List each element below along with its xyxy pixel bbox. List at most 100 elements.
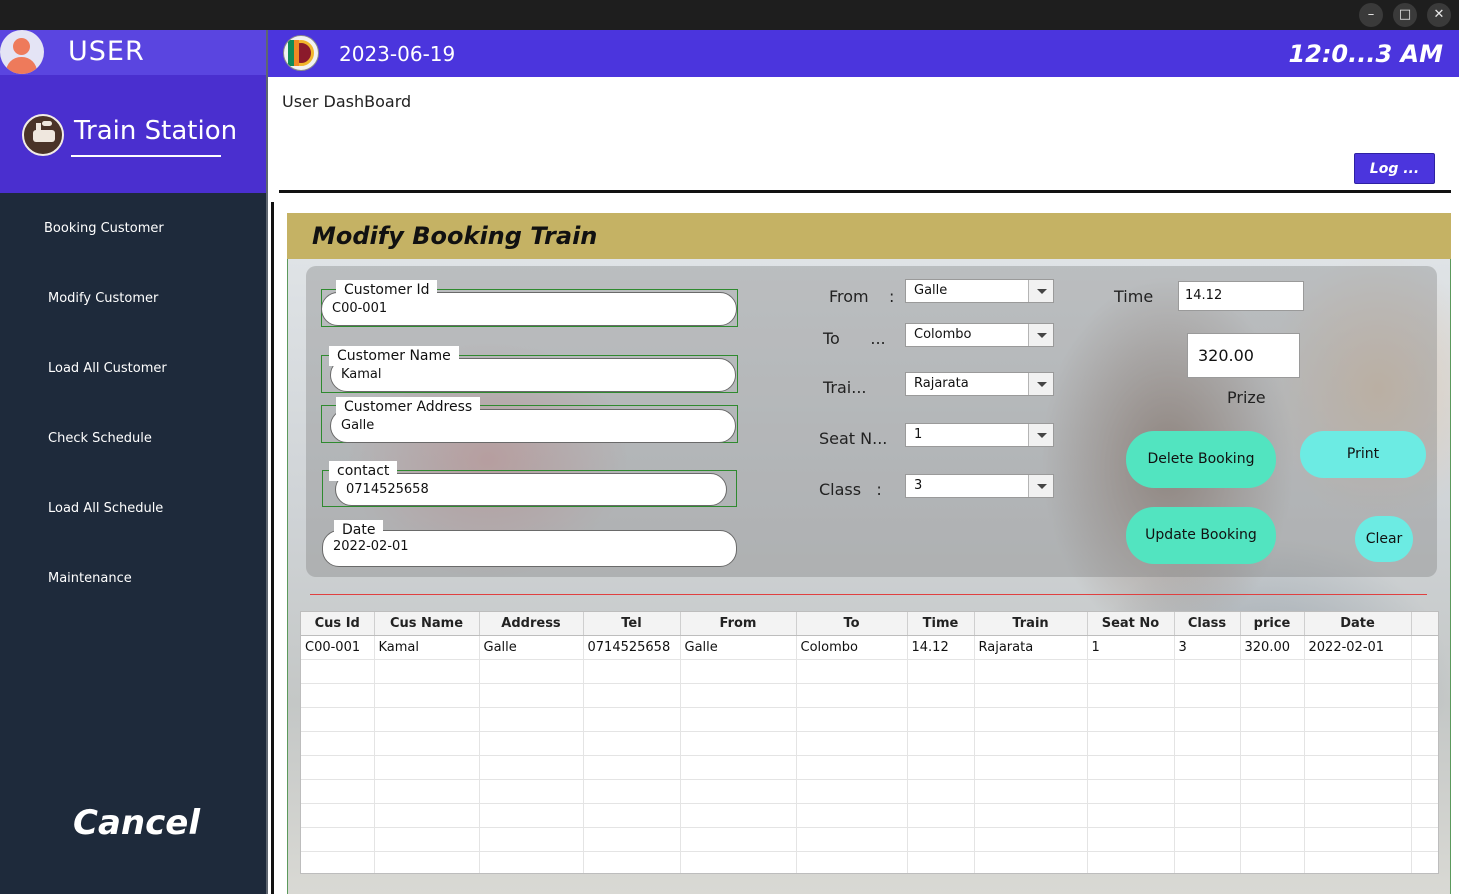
table-cell[interactable]	[974, 683, 1088, 708]
table-cell[interactable]	[1240, 827, 1305, 852]
table-cell[interactable]	[796, 731, 908, 756]
column-header[interactable]: Seat No	[1087, 612, 1175, 636]
table-cell[interactable]: Galle	[479, 635, 584, 660]
table-cell[interactable]: 14.12	[907, 635, 975, 660]
table-cell[interactable]	[1087, 827, 1175, 852]
table-cell[interactable]	[1411, 683, 1438, 708]
cancel-button[interactable]: Cancel	[73, 803, 200, 843]
column-header[interactable]: Address	[479, 612, 584, 636]
table-cell[interactable]	[796, 803, 908, 828]
table-cell[interactable]	[1304, 731, 1412, 756]
close-icon[interactable]: ✕	[1427, 3, 1451, 27]
column-header[interactable]: From	[680, 612, 797, 636]
column-header[interactable]: Cus Id	[301, 612, 375, 636]
table-cell[interactable]	[583, 683, 681, 708]
column-header[interactable]: To	[796, 612, 908, 636]
table-cell[interactable]	[1174, 731, 1241, 756]
table-cell[interactable]	[479, 707, 584, 732]
date-input[interactable]: 2022-02-01	[322, 530, 737, 567]
table-cell[interactable]	[479, 827, 584, 852]
table-cell[interactable]	[583, 707, 681, 732]
table-cell[interactable]	[907, 755, 975, 780]
table-cell[interactable]	[1240, 731, 1305, 756]
table-cell[interactable]	[479, 851, 584, 873]
table-cell[interactable]	[1087, 659, 1175, 684]
delete-booking-button[interactable]: Delete Booking	[1126, 431, 1276, 488]
sidebar-item-modify-customer[interactable]: Modify Customer	[48, 291, 158, 306]
table-row-empty[interactable]	[301, 827, 1438, 852]
update-booking-button[interactable]: Update Booking	[1126, 507, 1276, 564]
table-cell[interactable]	[1174, 659, 1241, 684]
table-row-empty[interactable]	[301, 803, 1438, 828]
table-cell[interactable]	[680, 707, 797, 732]
chevron-down-icon[interactable]	[1028, 324, 1053, 346]
table-cell[interactable]	[1174, 851, 1241, 873]
table-cell[interactable]	[301, 755, 375, 780]
table-cell[interactable]: 2022-02-01	[1304, 635, 1412, 660]
table-cell[interactable]	[479, 659, 584, 684]
table-cell[interactable]	[680, 659, 797, 684]
table-cell[interactable]	[301, 779, 375, 804]
table-cell[interactable]	[974, 803, 1088, 828]
table-cell[interactable]	[479, 683, 584, 708]
table-cell[interactable]	[1411, 755, 1438, 780]
table-cell[interactable]	[1411, 731, 1438, 756]
table-row[interactable]: C00-001 Kamal Galle 0714525658 Galle Colombo 1…	[301, 635, 1438, 660]
table-cell[interactable]	[680, 731, 797, 756]
chevron-down-icon[interactable]	[1028, 373, 1053, 395]
table-cell[interactable]	[1240, 803, 1305, 828]
column-header[interactable]: Tel	[583, 612, 681, 636]
table-cell[interactable]	[301, 827, 375, 852]
table-cell[interactable]	[1240, 683, 1305, 708]
table-cell[interactable]	[1087, 731, 1175, 756]
maximize-icon[interactable]: □	[1393, 3, 1417, 27]
table-row-empty[interactable]	[301, 707, 1438, 732]
table-row-empty[interactable]	[301, 659, 1438, 684]
class-select[interactable]: 3	[905, 474, 1054, 498]
table-cell[interactable]	[974, 779, 1088, 804]
seat-no-select[interactable]: 1	[905, 423, 1054, 447]
table-cell[interactable]	[796, 683, 908, 708]
table-row-empty[interactable]	[301, 731, 1438, 756]
table-cell[interactable]	[796, 779, 908, 804]
table-cell[interactable]	[1304, 659, 1412, 684]
table-row-empty[interactable]	[301, 851, 1438, 873]
table-cell[interactable]	[907, 731, 975, 756]
table-cell[interactable]: Colombo	[796, 635, 908, 660]
column-header[interactable]: Time	[907, 612, 975, 636]
table-cell[interactable]	[479, 779, 584, 804]
table-cell[interactable]	[974, 731, 1088, 756]
table-cell[interactable]: Rajarata	[974, 635, 1088, 660]
table-cell[interactable]	[374, 851, 480, 873]
table-cell[interactable]	[374, 779, 480, 804]
table-cell[interactable]	[974, 827, 1088, 852]
column-header[interactable]: price	[1240, 612, 1305, 636]
table-cell[interactable]	[583, 827, 681, 852]
table-cell[interactable]	[479, 731, 584, 756]
table-cell[interactable]	[301, 707, 375, 732]
clear-button[interactable]: Clear	[1355, 516, 1413, 562]
table-cell[interactable]	[796, 851, 908, 873]
table-cell[interactable]	[680, 755, 797, 780]
table-cell[interactable]	[1174, 707, 1241, 732]
table-cell[interactable]	[680, 683, 797, 708]
table-cell[interactable]	[583, 779, 681, 804]
table-cell[interactable]	[1240, 851, 1305, 873]
table-cell[interactable]	[1087, 779, 1175, 804]
minimize-icon[interactable]: –	[1359, 3, 1383, 27]
table-cell[interactable]	[1411, 803, 1438, 828]
table-cell[interactable]	[479, 803, 584, 828]
table-cell[interactable]	[301, 731, 375, 756]
to-select[interactable]: Colombo	[905, 323, 1054, 347]
table-cell[interactable]	[796, 827, 908, 852]
table-cell[interactable]	[907, 659, 975, 684]
table-cell[interactable]	[1174, 803, 1241, 828]
table-cell[interactable]	[583, 803, 681, 828]
table-cell[interactable]	[1411, 635, 1438, 660]
table-cell[interactable]	[974, 707, 1088, 732]
table-cell[interactable]	[374, 707, 480, 732]
sidebar-item-check-schedule[interactable]: Check Schedule	[48, 431, 152, 446]
table-row-empty[interactable]	[301, 683, 1438, 708]
table-cell[interactable]	[1240, 779, 1305, 804]
column-header[interactable]	[1411, 612, 1438, 636]
